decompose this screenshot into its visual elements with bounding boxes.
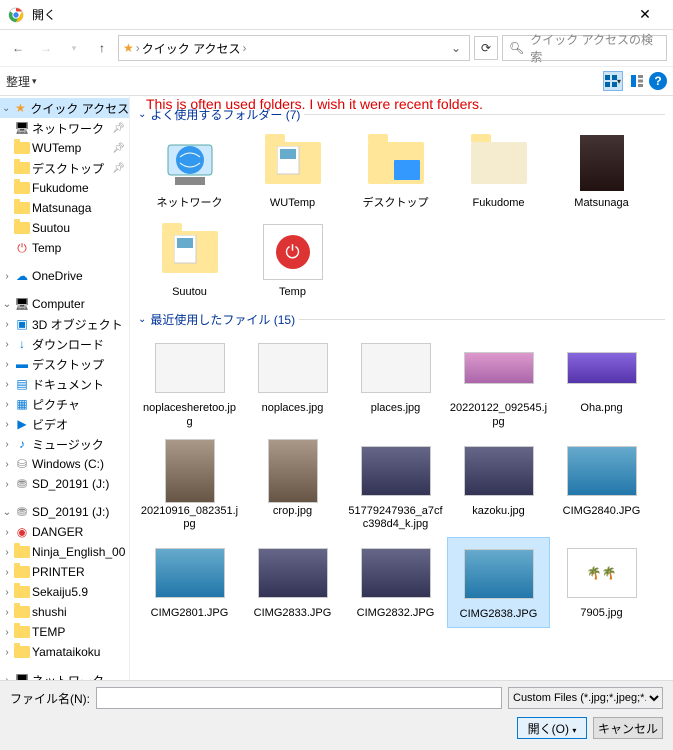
file-filter-select[interactable]: Custom Files (*.jpg;*.jpeg;*.png <box>508 687 663 709</box>
footer: ファイル名(N): Custom Files (*.jpg;*.jpeg;*.p… <box>0 680 673 750</box>
sidebar-item[interactable]: ›⛁Windows (C:) <box>0 454 129 474</box>
folder-item[interactable]: Fukudome <box>447 127 550 216</box>
sidebar-item[interactable]: ›↓ダウンロード <box>0 334 129 354</box>
view-preview-button[interactable] <box>627 71 647 91</box>
sidebar-computer[interactable]: ⌄🖥︎Computer <box>0 294 129 314</box>
group-recent-files[interactable]: ⌄ 最近使用したファイル (15) <box>138 311 665 328</box>
filename-input[interactable] <box>96 687 502 709</box>
quick-access-icon: ★ <box>123 41 134 55</box>
search-icon: 🔍︎ <box>509 41 524 55</box>
recent-dropdown[interactable]: ▾ <box>62 36 86 60</box>
sidebar-item[interactable]: ›◉DANGER <box>0 522 129 542</box>
folder-item[interactable]: ネットワーク <box>138 127 241 216</box>
breadcrumb-sep: › <box>136 41 140 55</box>
sidebar-item[interactable]: ›TEMP <box>0 622 129 642</box>
sidebar-item[interactable]: デスクトップ📌︎ <box>0 158 129 178</box>
sidebar-item[interactable]: ›▶ビデオ <box>0 414 129 434</box>
sidebar-item[interactable]: ›Yamataikoku <box>0 642 129 662</box>
file-item[interactable]: CIMG2801.JPG <box>138 537 241 628</box>
sidebar-network[interactable]: ›🖥︎ネットワーク <box>0 670 129 680</box>
folder-item[interactable]: WUTemp <box>241 127 344 216</box>
sidebar-item[interactable]: ›▤ドキュメント <box>0 374 129 394</box>
sidebar-item[interactable]: ›▣3D オブジェクト <box>0 314 129 334</box>
file-item[interactable]: CIMG2832.JPG <box>344 537 447 628</box>
sidebar-item[interactable]: ⏻Temp <box>0 238 129 258</box>
folder-item[interactable]: Suutou <box>138 216 241 305</box>
sidebar-item[interactable]: ›shushi <box>0 602 129 622</box>
title-bar: 開く ✕ <box>0 0 673 30</box>
search-placeholder: クイック アクセスの検索 <box>530 31 660 65</box>
annotation-text: This is often used folders. I wish it we… <box>146 96 483 112</box>
breadcrumb[interactable]: ★ › クイック アクセス › ⌄ <box>118 35 470 61</box>
sidebar-item[interactable]: ›Sekaiju5.9 <box>0 582 129 602</box>
chevron-down-icon: ▾ <box>32 76 37 87</box>
collapse-icon: ⌄ <box>138 314 146 325</box>
sidebar-item[interactable]: ›♪ミュージック <box>0 434 129 454</box>
file-item[interactable]: 🌴🌴7905.jpg <box>550 537 653 628</box>
refresh-button[interactable]: ⟳ <box>474 36 498 60</box>
breadcrumb-sep: › <box>243 41 247 55</box>
sidebar-item[interactable]: ›Ninja_English_00 <box>0 542 129 562</box>
organize-button[interactable]: 整理 ▾ <box>6 73 37 90</box>
file-item[interactable]: noplacesheretoo.jpg <box>138 332 241 434</box>
sidebar-onedrive[interactable]: ›☁OneDrive <box>0 266 129 286</box>
filename-label: ファイル名(N): <box>10 690 90 707</box>
folder-item[interactable]: ⏻Temp <box>241 216 344 305</box>
cancel-button[interactable]: キャンセル <box>593 717 663 739</box>
help-button[interactable]: ? <box>649 72 667 90</box>
main-area: ⌄★クイック アクセス 🖥︎ネットワーク📌︎ WUTemp📌︎ デスクトップ📌︎… <box>0 96 673 680</box>
sidebar-item[interactable]: 🖥︎ネットワーク📌︎ <box>0 118 129 138</box>
sidebar-item[interactable]: Fukudome <box>0 178 129 198</box>
sidebar-item[interactable]: ›⛃SD_20191 (J:) <box>0 474 129 494</box>
file-pane[interactable]: ⌄ よく使用するフォルダー (7) This is often used fol… <box>130 96 673 680</box>
files-grid: noplacesheretoo.jpg noplaces.jpg places.… <box>138 332 665 628</box>
search-input[interactable]: 🔍︎ クイック アクセスの検索 <box>502 35 667 61</box>
sidebar-item[interactable]: Matsunaga <box>0 198 129 218</box>
sidebar-quick-access[interactable]: ⌄★クイック アクセス <box>0 98 129 118</box>
file-item[interactable]: crop.jpg <box>241 435 344 537</box>
view-thumbnails-button[interactable]: ▾ <box>603 71 623 91</box>
forward-button[interactable]: → <box>34 36 58 60</box>
folder-item[interactable]: Matsunaga <box>550 127 653 216</box>
file-item[interactable]: 20220122_092545.jpg <box>447 332 550 434</box>
file-item[interactable]: CIMG2840.JPG <box>550 435 653 537</box>
file-item[interactable]: 51779247936_a7cfc398d4_k.jpg <box>344 435 447 537</box>
sidebar-item[interactable]: ›▦ピクチャ <box>0 394 129 414</box>
sidebar-item[interactable]: Suutou <box>0 218 129 238</box>
up-button[interactable]: ↑ <box>90 36 114 60</box>
file-item[interactable]: noplaces.jpg <box>241 332 344 434</box>
sidebar-item[interactable]: ›PRINTER <box>0 562 129 582</box>
sidebar-item[interactable]: WUTemp📌︎ <box>0 138 129 158</box>
breadcrumb-item[interactable]: クイック アクセス <box>142 40 241 57</box>
close-button[interactable]: ✕ <box>625 6 665 23</box>
sidebar-item[interactable]: ›▬デスクトップ <box>0 354 129 374</box>
window-title: 開く <box>32 6 625 23</box>
back-button[interactable]: ← <box>6 36 30 60</box>
folders-grid: ネットワーク WUTemp デスクトップ Fukudome Matsunaga … <box>138 127 665 305</box>
toolbar: 整理 ▾ ▾ ? <box>0 66 673 96</box>
file-item[interactable]: places.jpg <box>344 332 447 434</box>
breadcrumb-dropdown[interactable]: ⌄ <box>447 41 465 55</box>
sidebar: ⌄★クイック アクセス 🖥︎ネットワーク📌︎ WUTemp📌︎ デスクトップ📌︎… <box>0 96 130 680</box>
file-item[interactable]: 20210916_082351.jpg <box>138 435 241 537</box>
file-item[interactable]: kazoku.jpg <box>447 435 550 537</box>
file-item-selected[interactable]: CIMG2838.JPG <box>447 537 550 628</box>
chrome-icon <box>8 7 24 23</box>
file-item[interactable]: Oha.png <box>550 332 653 434</box>
nav-row: ← → ▾ ↑ ★ › クイック アクセス › ⌄ ⟳ 🔍︎ クイック アクセス… <box>0 30 673 66</box>
sidebar-drive-j[interactable]: ⌄⛃SD_20191 (J:) <box>0 502 129 522</box>
folder-item[interactable]: デスクトップ <box>344 127 447 216</box>
open-button[interactable]: 開く(O) ▾ <box>517 717 587 739</box>
file-item[interactable]: CIMG2833.JPG <box>241 537 344 628</box>
